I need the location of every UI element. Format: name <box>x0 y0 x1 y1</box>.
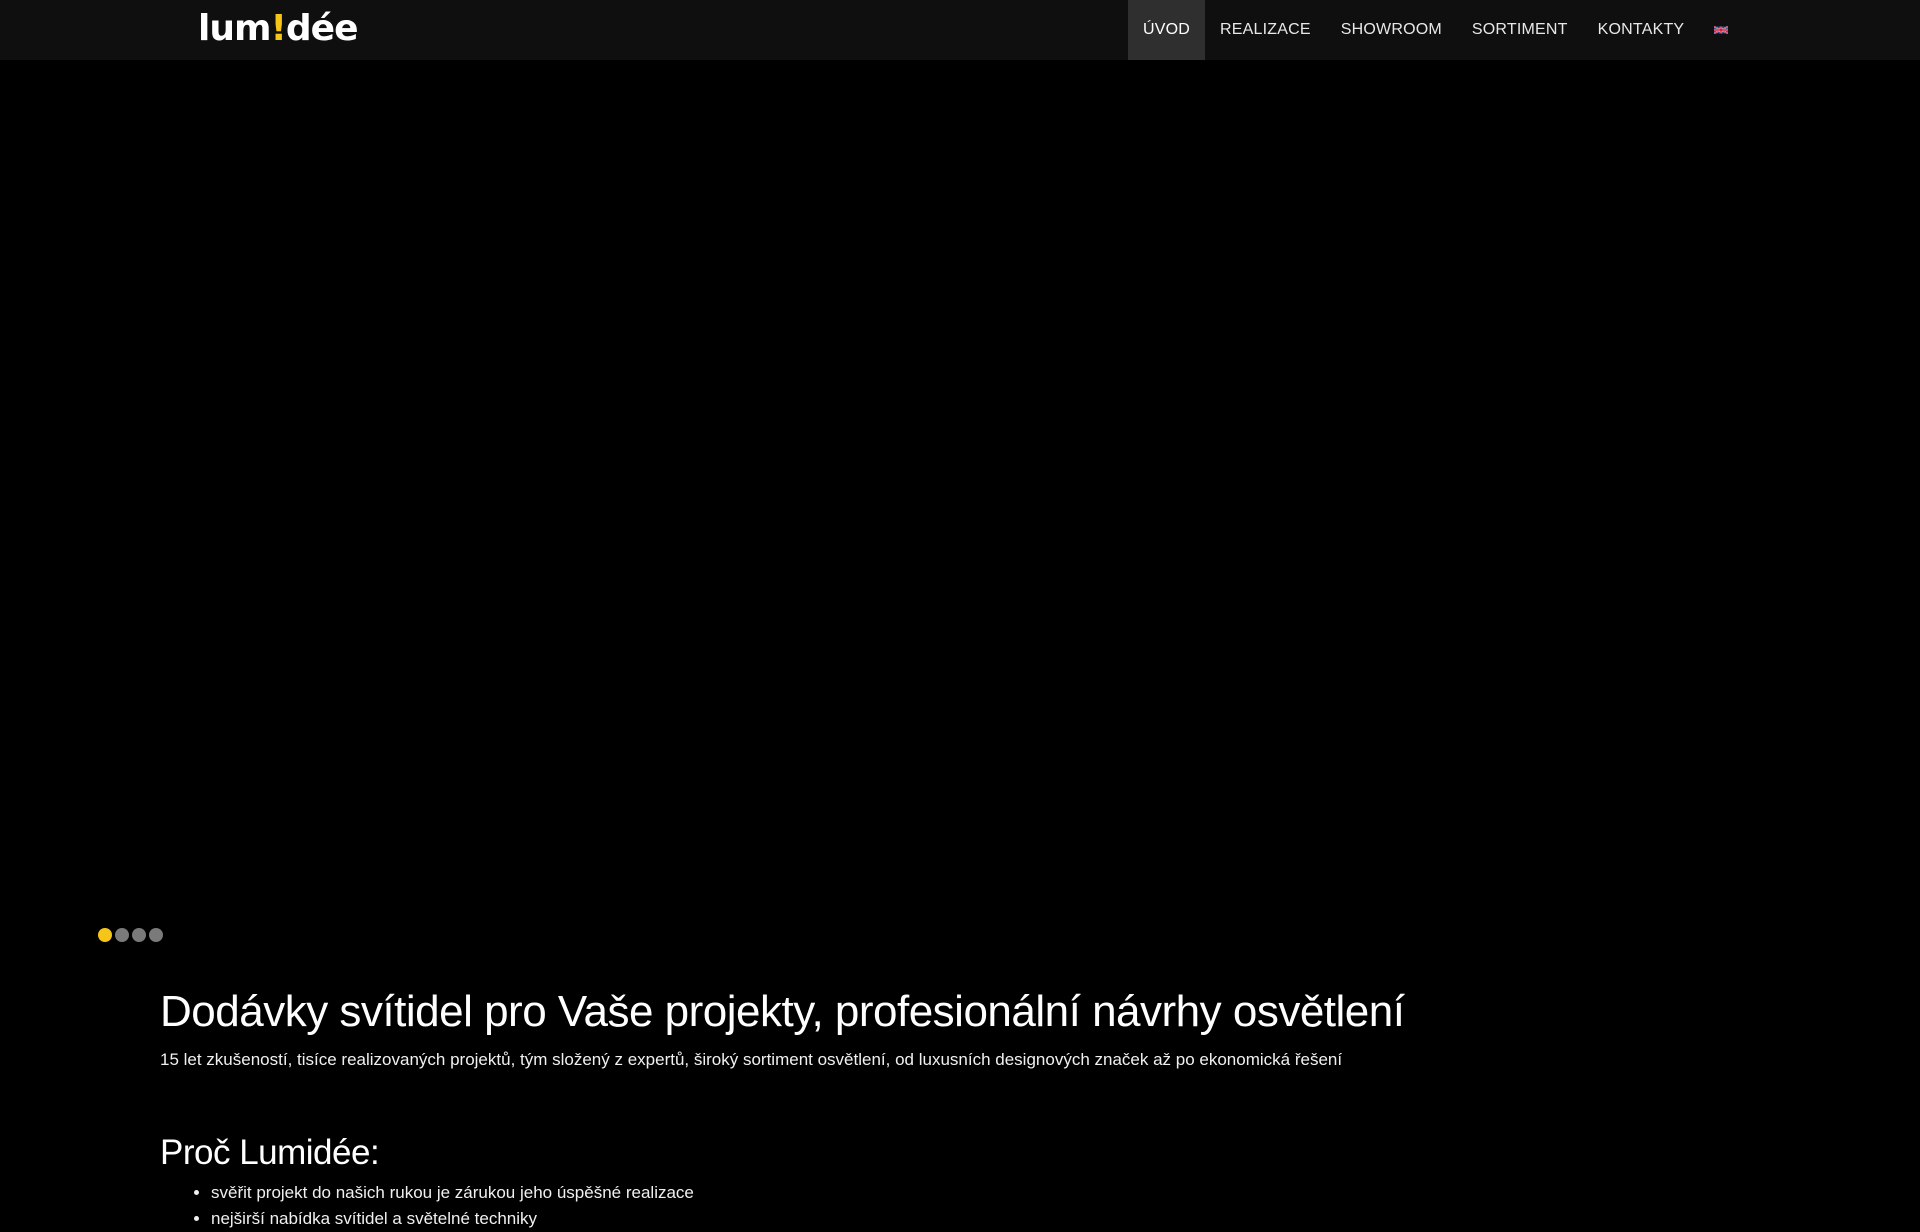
list-item: nejširší nabídka svítidel a světelné tec… <box>211 1206 1760 1232</box>
nav-item-sortiment[interactable]: SORTIMENT <box>1457 0 1583 60</box>
language-switch-english[interactable] <box>1699 0 1743 60</box>
logo-exclamation-mark: ! <box>270 7 286 49</box>
list-item: svěřit projekt do našich rukou je záruko… <box>211 1180 1760 1206</box>
slider-pagination <box>98 928 163 942</box>
slider-dot-4[interactable] <box>149 928 163 942</box>
why-lumidee-list: svěřit projekt do našich rukou je záruko… <box>160 1180 1760 1232</box>
slider-dot-1[interactable] <box>98 928 112 942</box>
top-navigation-bar: lum! dée ÚVOD REALIZACE SHOWROOM SORTIMEN… <box>0 0 1920 60</box>
lumidee-logo[interactable]: lum! dée <box>198 6 359 50</box>
nav-item-kontakty[interactable]: KONTAKTY <box>1583 0 1700 60</box>
hero-slider <box>0 60 1920 942</box>
page-headline: Dodávky svítidel pro Vaše projekty, prof… <box>160 987 1405 1036</box>
nav-item-uvod[interactable]: ÚVOD <box>1128 0 1206 60</box>
slider-dot-3[interactable] <box>132 928 146 942</box>
nav-item-realizace[interactable]: REALIZACE <box>1205 0 1326 60</box>
why-lumidee-heading: Proč Lumidée: <box>160 1133 380 1172</box>
main-menu: ÚVOD REALIZACE SHOWROOM SORTIMENT KONTAK… <box>1128 0 1743 60</box>
uk-flag-icon <box>1714 25 1729 35</box>
page-subheadline: 15 let zkušeností, tisíce realizovaných … <box>160 1050 1343 1069</box>
nav-item-showroom[interactable]: SHOWROOM <box>1326 0 1457 60</box>
slider-dot-2[interactable] <box>115 928 129 942</box>
logo-text-start: lum <box>198 7 271 49</box>
logo-text-end: dée <box>285 7 359 49</box>
intro-section: Dodávky svítidel pro Vaše projekty, prof… <box>160 980 1760 1232</box>
